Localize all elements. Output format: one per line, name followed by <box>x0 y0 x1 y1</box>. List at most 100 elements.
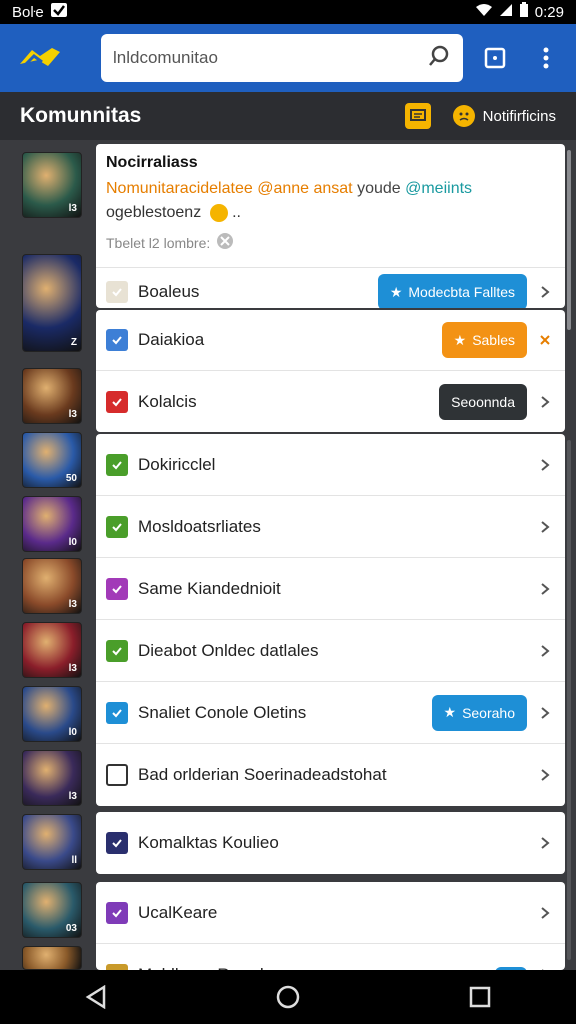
avatar-badge: 03 <box>65 923 77 934</box>
row-icon <box>106 329 128 351</box>
section-header: Komunnitas Notifirficins <box>0 92 576 140</box>
row-label: UcalKeare <box>138 902 218 922</box>
row-icon <box>106 577 128 600</box>
row-label: Snaliet Conole Oletins <box>138 702 307 722</box>
game-avatar[interactable] <box>22 946 82 970</box>
system-nav-bar <box>0 970 576 1024</box>
star-icon: ★ <box>443 704 457 720</box>
back-icon[interactable] <box>66 970 126 1024</box>
chevron-right-icon[interactable] <box>537 705 553 721</box>
notifications-label: Notifirficins <box>482 107 556 125</box>
status-time: 0:29 <box>534 3 564 21</box>
scrollbar-track <box>567 440 571 960</box>
avatar-badge: l3 <box>68 409 77 420</box>
search-icon[interactable] <box>427 44 451 73</box>
row-icon <box>106 453 128 476</box>
row-label: Komalktas Koulieo <box>138 833 279 852</box>
avatar-badge: l3 <box>68 203 77 214</box>
list-item[interactable]: Daiakioa ★ Sables <box>96 310 565 371</box>
chevron-right-icon[interactable] <box>537 581 553 597</box>
home-icon[interactable] <box>258 970 318 1024</box>
row-action-button[interactable]: Seoonnda <box>439 383 527 420</box>
app-logo[interactable] <box>10 38 69 78</box>
row-label: Daiakioa <box>138 330 205 349</box>
settings-card-3: Dokiricclel Mosldoatsrliates Same Kiandedn… <box>96 434 565 806</box>
chevron-right-icon[interactable] <box>537 394 553 410</box>
row-action-button[interactable]: ★ Modecbta Falltes <box>377 274 527 308</box>
chevron-right-icon[interactable] <box>537 284 553 300</box>
game-avatar[interactable]: 03 <box>22 882 82 938</box>
notice-meta-text: Tbelet l2 lombre: <box>106 234 211 251</box>
status-left-text: Boŀe <box>12 3 44 21</box>
notice-block[interactable]: Nocirraliass Nomunitaracidelatee @anne a… <box>96 144 565 253</box>
notice-tag: @meiints <box>405 180 473 197</box>
settings-card-2: Daiakioa ★ Sables Kolalcis Seoonnda <box>96 310 565 432</box>
chevron-right-icon[interactable] <box>537 457 553 473</box>
scrollbar[interactable] <box>567 150 571 330</box>
page-title: Komunnitas <box>20 104 142 127</box>
more-vert-icon[interactable] <box>527 38 566 78</box>
game-avatar[interactable]: l3 <box>22 622 82 678</box>
notice-line-1: Nomunitaracidelatee @anne ansat youde @m… <box>106 180 555 198</box>
row-action-button[interactable]: ★ Sables <box>441 322 527 358</box>
chevron-right-icon[interactable] <box>537 835 553 851</box>
avatar-badge: l3 <box>68 599 77 610</box>
notice-title: Nocirraliass <box>106 154 198 171</box>
chevron-right-icon[interactable] <box>537 519 553 535</box>
notifications-button[interactable]: Notifirficins <box>452 105 556 127</box>
chevron-right-icon[interactable] <box>537 643 553 659</box>
recents-icon[interactable] <box>450 970 510 1024</box>
avatar-badge: l0 <box>68 537 77 548</box>
avatar-badge: l3 <box>68 663 77 674</box>
row-label: Boaleus <box>138 282 200 302</box>
list-item[interactable]: Same Kiandednioit <box>96 558 565 620</box>
row-action-label: Modecbta Falltes <box>408 284 515 301</box>
game-avatar[interactable]: l3 <box>22 750 82 806</box>
smiley-icon <box>452 105 475 127</box>
game-avatar[interactable]: ll <box>22 814 82 870</box>
row-action-label: Seoraho <box>462 704 515 721</box>
row-icon <box>106 515 128 538</box>
list-item[interactable]: Dokiricclel <box>96 434 565 496</box>
list-item[interactable]: Boaleus ★ Modecbta Falltes <box>96 268 565 308</box>
square-icon[interactable] <box>475 38 514 78</box>
search-input[interactable] <box>113 48 428 68</box>
row-action-button[interactable]: ★ Seoraho <box>431 694 527 731</box>
list-item[interactable]: Moldlanor Rerode <box>96 944 565 970</box>
avatar-badge: l0 <box>68 727 77 738</box>
row-action-label: Seoonnda <box>451 393 515 410</box>
list-item[interactable]: Dieabot Onldec datlales <box>96 620 565 682</box>
row-label: Dokiricclel <box>138 454 216 474</box>
list-item[interactable]: Mosldoatsrliates <box>96 496 565 558</box>
list-item[interactable]: UcalKeare <box>96 882 565 944</box>
search-field[interactable] <box>101 34 464 82</box>
game-avatar[interactable]: l3 <box>22 152 82 218</box>
row-icon <box>106 832 128 854</box>
game-avatar[interactable]: 50 <box>22 432 82 488</box>
game-avatar[interactable]: Z <box>22 254 82 352</box>
list-item[interactable]: Bad orlderian Soerinadeadstohat <box>96 744 565 806</box>
emoji-icon <box>209 204 228 222</box>
game-avatar[interactable]: l0 <box>22 496 82 552</box>
row-icon <box>106 281 128 304</box>
chevron-right-icon[interactable] <box>537 767 553 783</box>
game-avatar[interactable]: l3 <box>22 368 82 424</box>
chat-icon[interactable] <box>404 103 431 129</box>
avatar-badge: Z <box>70 337 77 348</box>
signal-icon <box>499 3 513 21</box>
notice-card: Nocirraliass Nomunitaracidelatee @anne a… <box>96 144 565 308</box>
chevron-right-icon[interactable] <box>537 905 553 921</box>
star-icon: ★ <box>389 283 403 300</box>
game-avatar[interactable]: l3 <box>22 558 82 614</box>
game-avatar[interactable]: l0 <box>22 686 82 742</box>
close-circle-icon[interactable] <box>216 232 234 253</box>
list-item[interactable]: Komalktas Koulieo <box>96 812 565 874</box>
list-item[interactable]: Kolalcis Seoonnda <box>96 371 565 432</box>
notice-meta: Tbelet l2 lombre: <box>106 232 555 253</box>
row-action-label: Sables <box>472 332 515 348</box>
avatar-badge: 50 <box>65 473 77 484</box>
row-label: Bad orlderian Soerinadeadstohat <box>138 765 387 784</box>
close-icon[interactable] <box>537 332 553 348</box>
row-icon <box>106 639 128 662</box>
list-item[interactable]: Snaliet Conole Oletins ★ Seoraho <box>96 682 565 744</box>
